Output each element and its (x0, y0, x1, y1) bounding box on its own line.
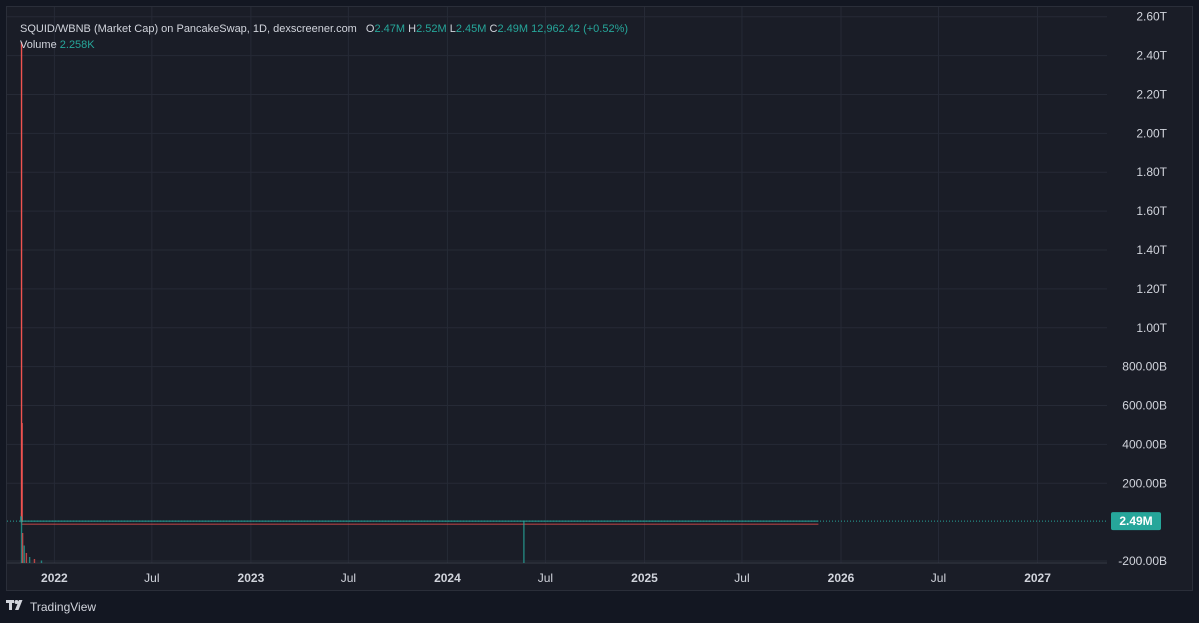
volume-legend: Volume 2.258K (20, 38, 95, 52)
last-price-tag-text: 2.49M (1119, 514, 1152, 528)
close-value: 2.49M (497, 23, 529, 35)
x-tick-label: Jul (144, 571, 159, 585)
y-tick-label: 1.00T (1136, 321, 1167, 335)
last-price-tag: 2.49M (1111, 512, 1161, 531)
chart-panel[interactable]: 2.60T 2.40T 2.20T 2.00T 1.80T 1.60T 1.40T 1.20T… (6, 6, 1193, 591)
x-tick-label: 2026 (828, 571, 855, 585)
change-value: 12,962.42 (+0.52%) (531, 23, 629, 35)
chart-window: 2.60T 2.40T 2.20T 2.00T 1.80T 1.60T 1.40T 1.20T… (0, 0, 1199, 623)
y-tick-label: -200.00B (1118, 554, 1167, 568)
x-tick-label: 2023 (238, 571, 265, 585)
y-tick-label: 1.80T (1136, 165, 1167, 179)
x-tick-label: 2027 (1024, 571, 1051, 585)
y-tick-label: 2.00T (1136, 126, 1167, 140)
tradingview-brand: TradingView (30, 600, 97, 614)
x-tick-label: 2022 (41, 571, 68, 585)
volume-value: 2.258K (59, 39, 95, 51)
x-tick-label: 2024 (434, 571, 461, 585)
y-tick-label: 2.20T (1136, 87, 1167, 101)
x-tick-label: Jul (734, 571, 749, 585)
ohlc-legend: SQUID/WBNB (Market Cap) on PancakeSwap, … (20, 22, 628, 36)
x-tick-label: Jul (341, 571, 356, 585)
x-tick-label: 2025 (631, 571, 658, 585)
volume-label[interactable]: Volume (20, 39, 57, 51)
chart-plot[interactable]: 2.60T 2.40T 2.20T 2.00T 1.80T 1.60T 1.40T 1.20T… (7, 7, 1194, 592)
branding-footer[interactable]: TradingView (6, 598, 96, 616)
high-value: 2.52M (416, 23, 447, 35)
x-tick-label: Jul (931, 571, 946, 585)
grid-lines (7, 7, 1107, 564)
price-axis[interactable]: 2.60T 2.40T 2.20T 2.00T 1.80T 1.60T 1.40T 1.20T… (1118, 10, 1167, 568)
low-value: 2.45M (455, 23, 487, 35)
y-tick-label: 1.20T (1136, 282, 1167, 296)
tradingview-logo-icon (6, 598, 26, 616)
y-tick-label: 1.40T (1136, 243, 1167, 257)
y-tick-label: 600.00B (1122, 399, 1167, 413)
y-tick-label: 2.40T (1136, 49, 1167, 63)
open-value: 2.47M (374, 23, 406, 35)
y-tick-label: 2.60T (1136, 10, 1167, 24)
symbol-title[interactable]: SQUID/WBNB (Market Cap) on PancakeSwap, … (20, 23, 357, 35)
x-tick-label: Jul (538, 571, 553, 585)
high-key: H (408, 23, 417, 35)
y-tick-label: 400.00B (1122, 437, 1167, 451)
y-tick-label: 1.60T (1136, 204, 1167, 218)
time-axis[interactable]: 2022 Jul 2023 Jul 2024 Jul 2025 Jul 2026 Jul 2027 (41, 571, 1051, 585)
chart-marks (7, 41, 1107, 563)
y-tick-label: 800.00B (1122, 360, 1167, 374)
y-tick-label: 200.00B (1122, 476, 1167, 490)
